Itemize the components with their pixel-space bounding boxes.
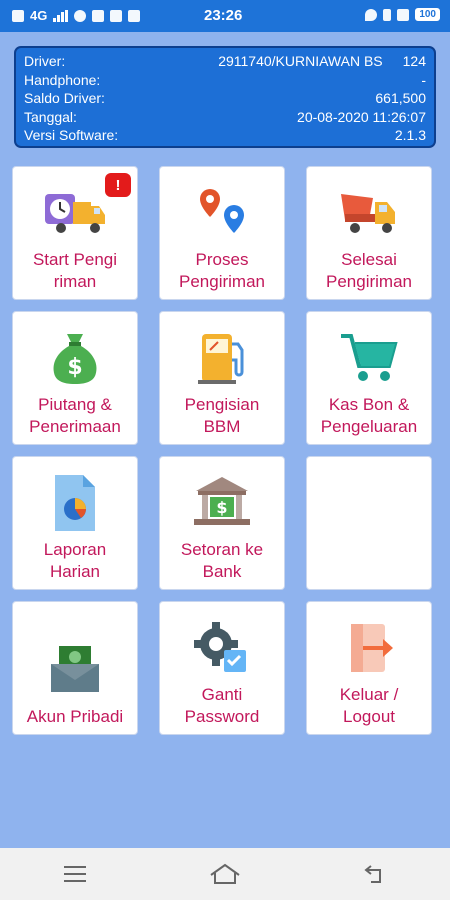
tile-label: Pengisian BBM bbox=[184, 395, 260, 436]
tile-label: Start Pengi riman bbox=[32, 250, 118, 291]
tile-label: Setoran ke Bank bbox=[180, 540, 264, 581]
wifi-icon bbox=[397, 8, 410, 21]
info-label: Driver: bbox=[24, 53, 66, 69]
tile-label: Piutang & Penerimaan bbox=[29, 395, 121, 436]
selesai-pengiriman-button[interactable]: Selesai Pengiriman bbox=[306, 166, 432, 300]
money-bag-icon: $ bbox=[43, 326, 107, 390]
app-icon bbox=[128, 9, 141, 22]
piutang-penerimaan-button[interactable]: $ Piutang & Penerimaan bbox=[12, 311, 138, 445]
menu-button[interactable] bbox=[55, 856, 95, 892]
proses-pengiriman-button[interactable]: Proses Pengiriman bbox=[159, 166, 285, 300]
network-type: 4G bbox=[30, 8, 48, 23]
empty-tile bbox=[306, 456, 432, 590]
info-label: Saldo Driver: bbox=[24, 90, 105, 106]
home-button[interactable] bbox=[205, 856, 245, 892]
tile-label: Proses Pengiriman bbox=[179, 250, 265, 291]
tile-label: Selesai Pengiriman bbox=[326, 250, 412, 291]
info-row-saldo: Saldo Driver: 661,500 bbox=[24, 89, 426, 108]
pengisian-bbm-button[interactable]: Pengisian BBM bbox=[159, 311, 285, 445]
battery-icon: 100 bbox=[415, 8, 440, 21]
info-value: 661,500 bbox=[375, 90, 426, 106]
kas-bon-pengeluaran-button[interactable]: Kas Bon & Pengeluaran bbox=[306, 311, 432, 445]
keluar-logout-button[interactable]: Keluar / Logout bbox=[306, 601, 432, 735]
info-row-versi: Versi Software: 2.1.3 bbox=[24, 126, 426, 145]
info-value: 2.1.3 bbox=[394, 127, 426, 143]
start-pengiriman-button[interactable]: ! Start Pengi riman bbox=[12, 166, 138, 300]
back-icon bbox=[364, 865, 381, 883]
mail-icon bbox=[110, 9, 123, 22]
back-button[interactable] bbox=[355, 856, 395, 892]
svg-text:$: $ bbox=[67, 355, 82, 380]
info-row-handphone: Handphone: - bbox=[24, 71, 426, 90]
info-row-tanggal: Tanggal: 20-08-2020 11:26:07 bbox=[24, 108, 426, 127]
signal-icon bbox=[53, 9, 69, 22]
info-value: 2911740/KURNIAWAN BS bbox=[218, 53, 383, 69]
message-icon bbox=[92, 9, 105, 22]
status-bar: 4G 23:26 100 bbox=[0, 0, 450, 32]
laporan-harian-button[interactable]: Laporan Harian bbox=[12, 456, 138, 590]
menu-grid: ! Start Pengi riman Proses Pengiriman Se… bbox=[12, 166, 432, 735]
dump-truck-icon bbox=[337, 181, 401, 245]
fuel-pump-icon bbox=[190, 326, 254, 390]
akun-pribadi-button[interactable]: Akun Pribadi bbox=[12, 601, 138, 735]
tile-label: Kas Bon & Pengeluaran bbox=[320, 395, 418, 436]
info-label: Handphone: bbox=[24, 71, 101, 88]
gear-icon bbox=[190, 616, 254, 680]
map-pins-icon bbox=[190, 181, 254, 245]
tile-label: Akun Pribadi bbox=[26, 707, 124, 726]
bluetooth-icon bbox=[383, 8, 392, 21]
logout-arrow-icon bbox=[337, 616, 401, 680]
bank-icon: $ bbox=[190, 471, 254, 535]
driver-info-panel: Driver: 2911740/KURNIAWAN BS 124 Handphon… bbox=[14, 46, 436, 148]
home-icon bbox=[210, 863, 240, 884]
tile-label: Keluar / Logout bbox=[339, 685, 399, 726]
report-chart-icon bbox=[43, 471, 107, 535]
notification-icon bbox=[12, 9, 24, 22]
alert-badge: ! bbox=[105, 173, 131, 197]
location-icon bbox=[365, 8, 378, 21]
navigation-bar bbox=[0, 848, 450, 900]
info-value: - bbox=[421, 71, 426, 88]
status-right: 100 bbox=[365, 8, 440, 21]
info-value: 20-08-2020 11:26:07 bbox=[297, 108, 426, 125]
truck-clock-icon bbox=[43, 181, 107, 245]
clock: 23:26 bbox=[204, 7, 243, 24]
info-row-driver: Driver: 2911740/KURNIAWAN BS 124 bbox=[24, 52, 426, 71]
status-left: 4G bbox=[12, 8, 141, 23]
wallet-icon bbox=[43, 638, 107, 702]
tile-label: Ganti Password bbox=[184, 685, 260, 726]
setoran-ke-bank-button[interactable]: $ Setoran ke Bank bbox=[159, 456, 285, 590]
shopping-cart-icon bbox=[337, 326, 401, 390]
tile-label: Laporan Harian bbox=[43, 540, 107, 581]
info-label: Tanggal: bbox=[24, 108, 77, 125]
whatsapp-icon bbox=[74, 9, 87, 22]
info-label: Versi Software: bbox=[24, 127, 119, 143]
info-extra: 124 bbox=[402, 53, 426, 69]
svg-text:$: $ bbox=[216, 498, 227, 517]
hamburger-icon bbox=[64, 866, 86, 882]
ganti-password-button[interactable]: Ganti Password bbox=[159, 601, 285, 735]
